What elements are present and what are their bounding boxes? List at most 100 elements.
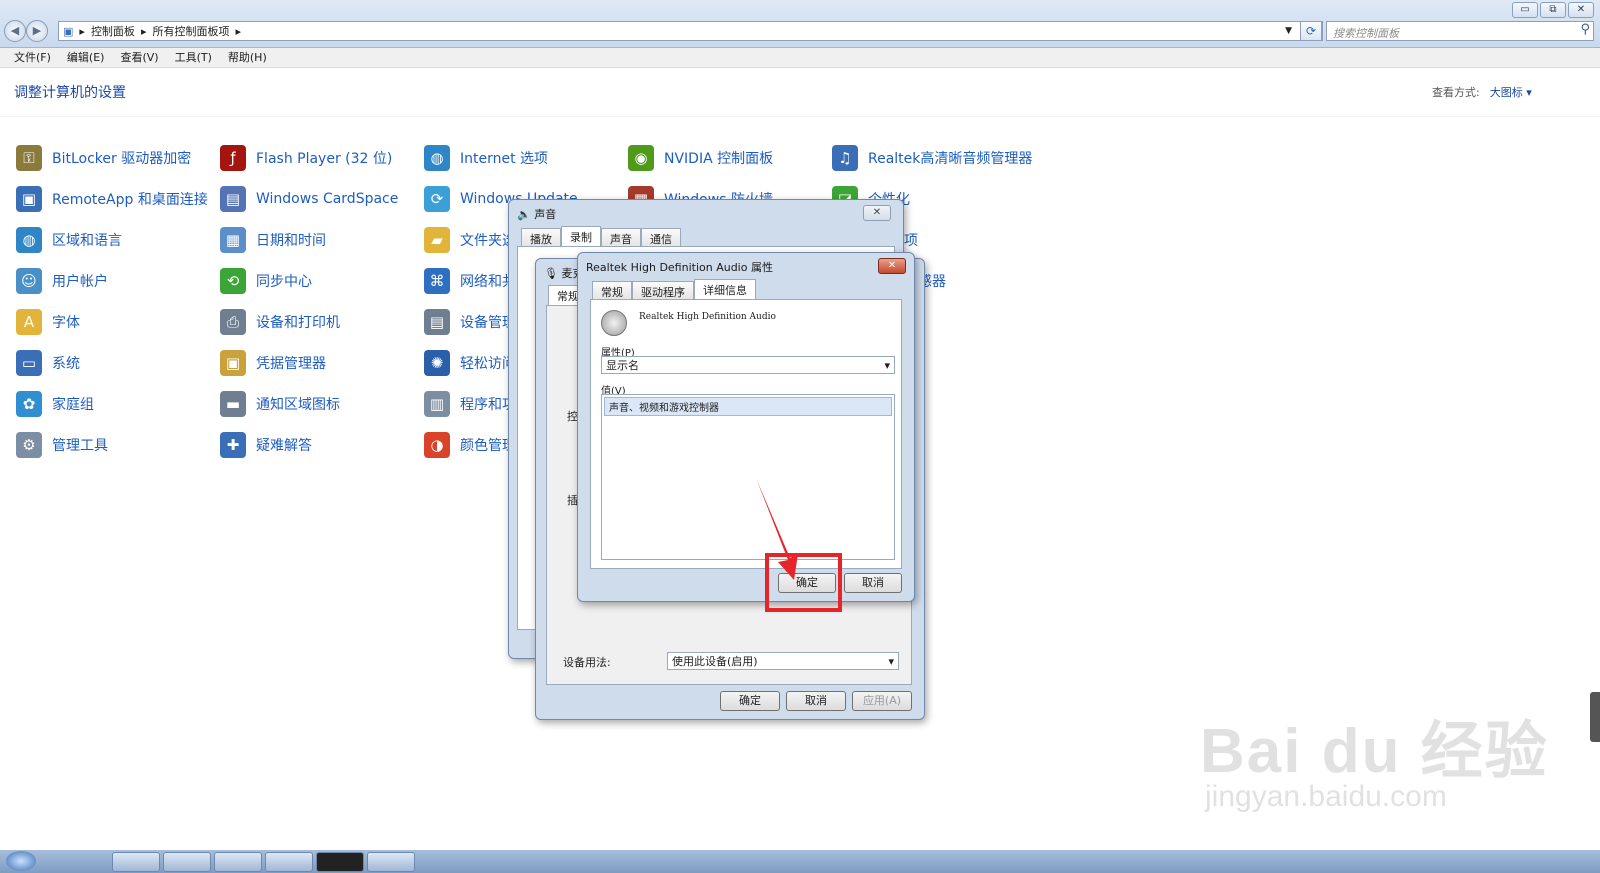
control-panel-item[interactable]: ✺ 轻松访问 xyxy=(424,347,516,379)
item-label: 系统 xyxy=(52,356,80,372)
control-panel-item[interactable]: ⟲ 同步中心 xyxy=(220,265,312,297)
breadcrumb-separator-icon: ▸ xyxy=(79,24,85,38)
taskbar-ie-icon[interactable] xyxy=(112,852,160,872)
side-widget[interactable] xyxy=(1590,692,1600,742)
vault-icon: ▣ xyxy=(220,350,246,376)
taskbar-explorer-icon[interactable] xyxy=(163,852,211,872)
control-panel-item[interactable]: ☺ 用户帐户 xyxy=(16,265,108,297)
back-button[interactable]: ◀ xyxy=(4,20,26,42)
menu-help[interactable]: 帮助(H) xyxy=(220,48,275,67)
forward-button[interactable]: ▶ xyxy=(26,20,48,42)
item-label: 区域和语言 xyxy=(52,233,122,249)
search-icon[interactable]: ⚲ xyxy=(1580,22,1590,37)
realtek-cancel-button[interactable]: 取消 xyxy=(844,573,902,593)
menu-edit[interactable]: 编辑(E) xyxy=(59,48,113,67)
control-panel-item[interactable]: ▣ RemoteApp 和桌面连接 xyxy=(16,183,208,215)
device-usage-select[interactable]: 使用此设备(启用) ▾ xyxy=(667,652,899,670)
taskbar-sound-icon[interactable] xyxy=(367,852,415,872)
control-panel-item[interactable]: ▣ 凭据管理器 xyxy=(220,347,326,379)
divider xyxy=(0,116,1600,117)
realtek-dialog-close-button[interactable]: ✕ xyxy=(878,258,906,274)
menu-tools[interactable]: 工具(T) xyxy=(167,48,220,67)
control-panel-item[interactable]: ▥ 程序和功 xyxy=(424,388,516,420)
control-panel-item[interactable]: ▦ 日期和时间 xyxy=(220,224,326,256)
taskbar-terminal-icon[interactable] xyxy=(316,852,364,872)
restore-button[interactable]: ⧉ xyxy=(1540,2,1566,18)
dropdown-arrow-icon: ▾ xyxy=(884,358,890,372)
font-icon: A xyxy=(16,309,42,335)
control-panel-item[interactable]: ◑ 颜色管理 xyxy=(424,429,516,461)
control-panel-item[interactable]: ✿ 家庭组 xyxy=(16,388,94,420)
tab-details[interactable]: 详细信息 xyxy=(694,279,756,299)
control-panel-item[interactable]: ⎙ 设备和打印机 xyxy=(220,306,340,338)
item-label: 通知区域图标 xyxy=(256,397,340,413)
control-panel-item[interactable]: ♫ Realtek高清晰音频管理器 xyxy=(832,142,1032,174)
item-label: RemoteApp 和桌面连接 xyxy=(52,192,208,208)
watermark-logo: Bai du 经验 xyxy=(1200,717,1549,786)
globe-icon: ◍ xyxy=(16,227,42,253)
accessibility-icon: ✺ xyxy=(424,350,450,376)
control-panel-item[interactable]: ◍ Internet 选项 xyxy=(424,142,548,174)
taskbar-app-icon[interactable] xyxy=(265,852,313,872)
speaker-icon: 🔈 xyxy=(517,208,531,221)
control-panel-item[interactable]: ✚ 疑难解答 xyxy=(220,429,312,461)
menu-view[interactable]: 查看(V) xyxy=(112,48,166,67)
menu-file[interactable]: 文件(F) xyxy=(6,48,59,67)
property-select[interactable]: 显示名 ▾ xyxy=(601,356,895,374)
control-panel-item[interactable]: ▤ Windows CardSpace xyxy=(220,183,398,215)
view-by-dropdown[interactable]: 大图标 ▾ xyxy=(1490,84,1532,100)
control-panel-item[interactable]: ▰ 文件夹选 xyxy=(424,224,516,256)
tab-recording[interactable]: 录制 xyxy=(561,226,601,246)
computer-icon: ▭ xyxy=(16,350,42,376)
flash-icon: ƒ xyxy=(220,145,246,171)
close-window-button[interactable]: ✕ xyxy=(1568,2,1594,18)
item-label: 同步中心 xyxy=(256,274,312,290)
control-panel-item[interactable]: A 字体 xyxy=(16,306,80,338)
item-label: BitLocker 驱动器加密 xyxy=(52,151,192,167)
minimize-button[interactable]: ▭ xyxy=(1512,2,1538,18)
device-usage-label: 设备用法: xyxy=(563,656,611,669)
sound-tabs: 播放 录制 声音 通信 xyxy=(521,226,681,248)
mic-apply-button[interactable]: 应用(A) xyxy=(852,691,912,711)
breadcrumb-all-items[interactable]: 所有控制面板项 xyxy=(152,23,229,39)
mic-ok-button[interactable]: 确定 xyxy=(720,691,780,711)
remote-desktop-icon: ▣ xyxy=(16,186,42,212)
view-by-label: 查看方式: xyxy=(1432,86,1480,99)
color-icon: ◑ xyxy=(424,432,450,458)
start-orb-icon[interactable] xyxy=(6,851,36,871)
refresh-button[interactable]: ⟳ xyxy=(1300,21,1322,41)
address-bar[interactable]: ▣ ▸ 控制面板 ▸ 所有控制面板项 ▸ ▼ xyxy=(58,21,1323,41)
control-panel-item[interactable]: ⌘ 网络和共 xyxy=(424,265,516,297)
taskbar-folder-icon[interactable] xyxy=(214,852,262,872)
control-panel-item[interactable]: ◍ 区域和语言 xyxy=(16,224,122,256)
value-list-item[interactable]: 声音、视频和游戏控制器 xyxy=(604,397,892,416)
item-label: NVIDIA 控制面板 xyxy=(664,151,774,167)
address-dropdown-icon[interactable]: ▼ xyxy=(1285,26,1292,36)
search-input[interactable]: 搜索控制面板 xyxy=(1326,21,1594,41)
speaker-device-icon xyxy=(601,310,627,336)
troubleshoot-icon: ✚ xyxy=(220,432,246,458)
window-controls: ▭ ⧉ ✕ xyxy=(1512,2,1594,18)
control-panel-item[interactable]: ◉ NVIDIA 控制面板 xyxy=(628,142,773,174)
control-panel-item[interactable]: ⚿ BitLocker 驱动器加密 xyxy=(16,142,191,174)
item-label: 日期和时间 xyxy=(256,233,326,249)
control-panel-item[interactable]: ▤ 设备管理 xyxy=(424,306,516,338)
tools-icon: ⚙ xyxy=(16,432,42,458)
breadcrumb-control-panel[interactable]: 控制面板 xyxy=(91,23,135,39)
control-panel-item[interactable]: ▭ 系统 xyxy=(16,347,80,379)
tab-driver[interactable]: 驱动程序 xyxy=(632,281,694,299)
control-panel-icon: ▣ xyxy=(63,24,74,38)
programs-icon: ▥ xyxy=(424,391,450,417)
users-icon: ☺ xyxy=(16,268,42,294)
tab-general[interactable]: 常规 xyxy=(592,281,632,299)
mic-cancel-button[interactable]: 取消 xyxy=(786,691,846,711)
tray-icon: ▬ xyxy=(220,391,246,417)
control-panel-item[interactable]: ▬ 通知区域图标 xyxy=(220,388,340,420)
sound-dialog-close-button[interactable]: ✕ xyxy=(863,205,891,221)
tab-sounds[interactable]: 声音 xyxy=(601,228,641,246)
item-label: 家庭组 xyxy=(52,397,94,413)
tab-playback[interactable]: 播放 xyxy=(521,228,561,246)
control-panel-item[interactable]: ⚙ 管理工具 xyxy=(16,429,108,461)
control-panel-item[interactable]: ƒ Flash Player (32 位) xyxy=(220,142,392,174)
tab-communications[interactable]: 通信 xyxy=(641,228,681,246)
